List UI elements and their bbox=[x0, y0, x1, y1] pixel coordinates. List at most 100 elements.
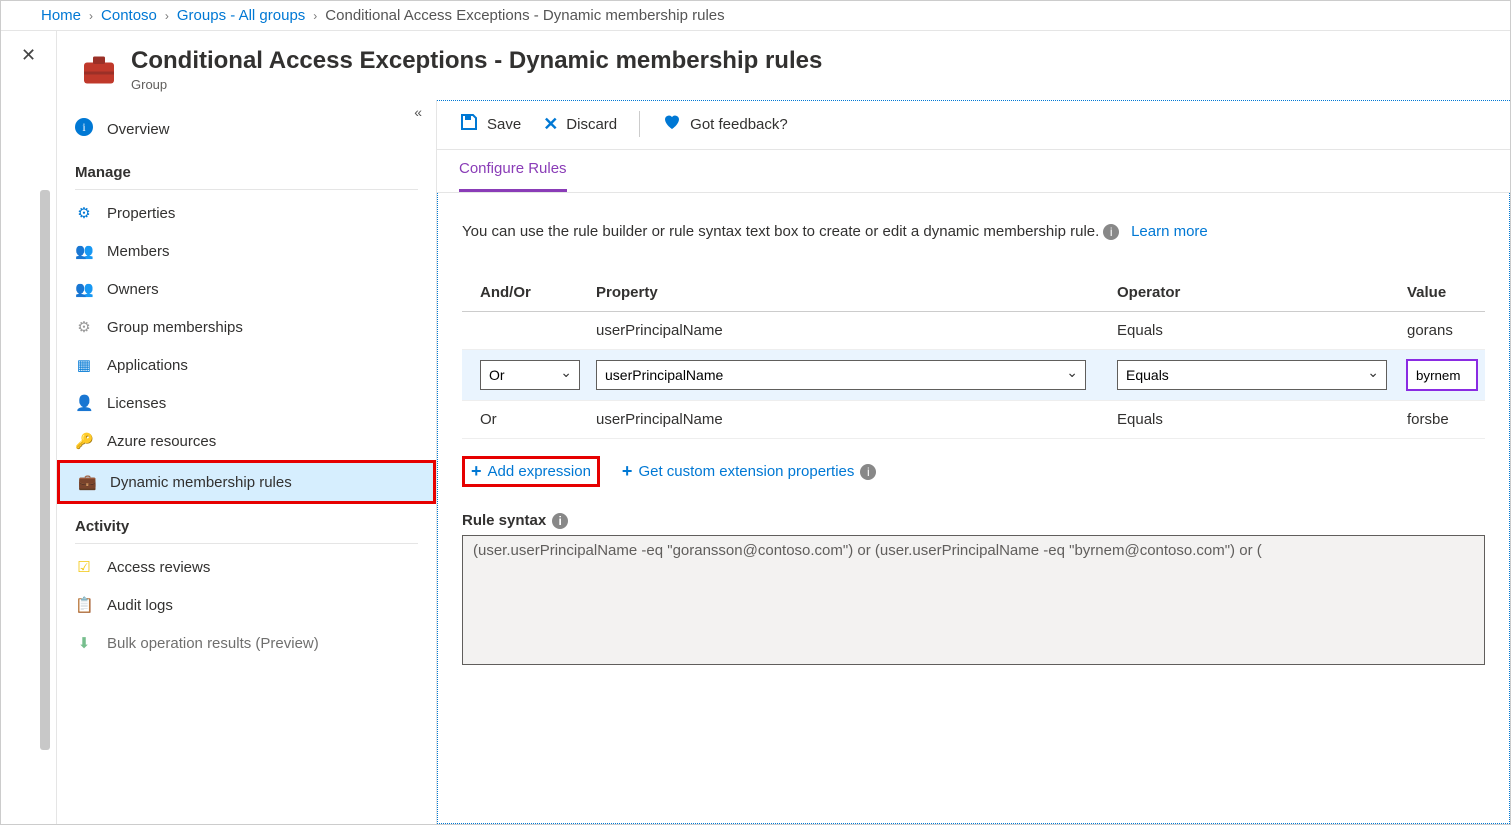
scrollbar-thumb[interactable] bbox=[40, 190, 50, 750]
value-input[interactable] bbox=[1407, 360, 1477, 390]
table-row-active bbox=[462, 350, 1485, 401]
cell-operator: Equals bbox=[1109, 401, 1399, 439]
breadcrumb-sep: › bbox=[89, 9, 93, 23]
operator-select[interactable] bbox=[1117, 360, 1387, 390]
property-select[interactable] bbox=[596, 360, 1086, 390]
page-subtype: Group bbox=[131, 77, 822, 92]
breadcrumb-home[interactable]: Home bbox=[41, 7, 81, 24]
feedback-label: Got feedback? bbox=[690, 116, 788, 133]
breadcrumb: Home › Contoso › Groups - All groups › C… bbox=[1, 1, 1510, 31]
gear-icon: ⚙ bbox=[75, 318, 93, 336]
cell-property: userPrincipalName bbox=[588, 401, 1109, 439]
sidebar-item-bulk-results[interactable]: ⬇ Bulk operation results (Preview) bbox=[57, 624, 436, 662]
info-icon[interactable]: i bbox=[552, 513, 568, 529]
sidebar: « i Overview Manage ⚙ Properties 👥 bbox=[57, 100, 437, 824]
briefcase-icon: 💼 bbox=[78, 473, 96, 491]
log-icon: 📋 bbox=[75, 596, 93, 614]
page-title: Conditional Access Exceptions - Dynamic … bbox=[131, 47, 822, 75]
plus-icon: + bbox=[622, 461, 633, 482]
rule-syntax-textbox[interactable]: (user.userPrincipalName -eq "goransson@c… bbox=[462, 535, 1485, 665]
breadcrumb-sep: › bbox=[165, 9, 169, 23]
close-icon[interactable]: ✕ bbox=[21, 45, 36, 66]
cell-value: forsbe bbox=[1399, 401, 1485, 439]
sidebar-item-access-reviews[interactable]: ☑ Access reviews bbox=[57, 548, 436, 586]
plus-icon: + bbox=[471, 461, 482, 482]
sidebar-item-dynamic-rules[interactable]: 💼 Dynamic membership rules bbox=[57, 460, 436, 504]
sidebar-item-audit-logs[interactable]: 📋 Audit logs bbox=[57, 586, 436, 624]
tab-configure-rules[interactable]: Configure Rules bbox=[459, 150, 567, 192]
th-property: Property bbox=[588, 274, 1109, 312]
sidebar-item-members[interactable]: 👥 Members bbox=[57, 232, 436, 270]
breadcrumb-groups[interactable]: Groups - All groups bbox=[177, 7, 305, 24]
cell-property: userPrincipalName bbox=[588, 312, 1109, 350]
breadcrumb-tenant[interactable]: Contoso bbox=[101, 7, 157, 24]
app-root: Home › Contoso › Groups - All groups › C… bbox=[0, 0, 1511, 825]
content-body: You can use the rule builder or rule syn… bbox=[437, 193, 1510, 824]
sidebar-item-applications[interactable]: ▦ Applications bbox=[57, 346, 436, 384]
collapse-icon[interactable]: « bbox=[414, 104, 422, 120]
briefcase-icon bbox=[81, 52, 117, 88]
breadcrumb-sep: › bbox=[313, 9, 317, 23]
cell-operator: Equals bbox=[1109, 312, 1399, 350]
action-links: + Add expression + Get custom extension … bbox=[462, 455, 1485, 488]
save-icon bbox=[459, 112, 479, 137]
divider bbox=[75, 543, 418, 544]
sidebar-item-label: Licenses bbox=[107, 395, 166, 412]
sidebar-item-label: Bulk operation results (Preview) bbox=[107, 635, 319, 652]
page-header: Conditional Access Exceptions - Dynamic … bbox=[57, 31, 1510, 100]
sidebar-item-overview[interactable]: i Overview bbox=[57, 108, 436, 150]
checklist-icon: ☑ bbox=[75, 558, 93, 576]
toolbar: Save ✕ Discard Got feedback? bbox=[437, 101, 1510, 150]
th-value: Value bbox=[1399, 274, 1485, 312]
get-custom-properties-button[interactable]: + Get custom extension properties i bbox=[614, 455, 884, 488]
divider bbox=[75, 189, 418, 190]
content-pane: Save ✕ Discard Got feedback? bbox=[437, 100, 1510, 824]
people-icon: 👥 bbox=[75, 242, 93, 260]
info-icon[interactable]: i bbox=[1103, 224, 1119, 240]
save-button[interactable]: Save bbox=[459, 112, 521, 137]
learn-more-link[interactable]: Learn more bbox=[1131, 223, 1208, 240]
bulk-icon: ⬇ bbox=[75, 634, 93, 652]
toolbar-separator bbox=[639, 111, 640, 137]
sidebar-item-label: Access reviews bbox=[107, 559, 210, 576]
sidebar-item-group-memberships[interactable]: ⚙ Group memberships bbox=[57, 308, 436, 346]
info-icon: i bbox=[75, 118, 93, 140]
sidebar-item-label: Owners bbox=[107, 281, 159, 298]
sliders-icon: ⚙ bbox=[75, 204, 93, 222]
th-operator: Operator bbox=[1109, 274, 1399, 312]
th-andor: And/Or bbox=[462, 274, 588, 312]
save-label: Save bbox=[487, 116, 521, 133]
cell-value: gorans bbox=[1399, 312, 1485, 350]
table-row: Or userPrincipalName Equals forsbe bbox=[462, 401, 1485, 439]
sidebar-item-label: Properties bbox=[107, 205, 175, 222]
close-strip: ✕ bbox=[1, 31, 57, 824]
cell-andor: Or bbox=[462, 401, 588, 439]
sidebar-section-manage: Manage bbox=[57, 150, 436, 187]
sidebar-item-label: Overview bbox=[107, 121, 170, 138]
info-icon[interactable]: i bbox=[860, 464, 876, 480]
sidebar-item-label: Dynamic membership rules bbox=[110, 474, 292, 491]
key-icon: 🔑 bbox=[75, 432, 93, 450]
grid-icon: ▦ bbox=[75, 356, 93, 374]
sidebar-section-activity: Activity bbox=[57, 504, 436, 541]
sidebar-item-label: Audit logs bbox=[107, 597, 173, 614]
sidebar-item-owners[interactable]: 👥 Owners bbox=[57, 270, 436, 308]
people-icon: 👥 bbox=[75, 280, 93, 298]
sidebar-item-licenses[interactable]: 👤 Licenses bbox=[57, 384, 436, 422]
main-column: Conditional Access Exceptions - Dynamic … bbox=[57, 31, 1510, 824]
discard-label: Discard bbox=[566, 116, 617, 133]
sidebar-item-label: Applications bbox=[107, 357, 188, 374]
person-icon: 👤 bbox=[75, 394, 93, 412]
add-expression-button[interactable]: + Add expression bbox=[462, 456, 600, 487]
feedback-button[interactable]: Got feedback? bbox=[662, 112, 788, 137]
sidebar-item-label: Group memberships bbox=[107, 319, 243, 336]
table-row: userPrincipalName Equals gorans bbox=[462, 312, 1485, 350]
tabs: Configure Rules bbox=[437, 150, 1510, 193]
andor-select[interactable] bbox=[480, 360, 580, 390]
sidebar-item-properties[interactable]: ⚙ Properties bbox=[57, 194, 436, 232]
discard-button[interactable]: ✕ Discard bbox=[543, 114, 617, 135]
sidebar-item-label: Members bbox=[107, 243, 170, 260]
sidebar-item-azure-resources[interactable]: 🔑 Azure resources bbox=[57, 422, 436, 460]
breadcrumb-current: Conditional Access Exceptions - Dynamic … bbox=[325, 7, 724, 24]
sidebar-item-label: Azure resources bbox=[107, 433, 216, 450]
